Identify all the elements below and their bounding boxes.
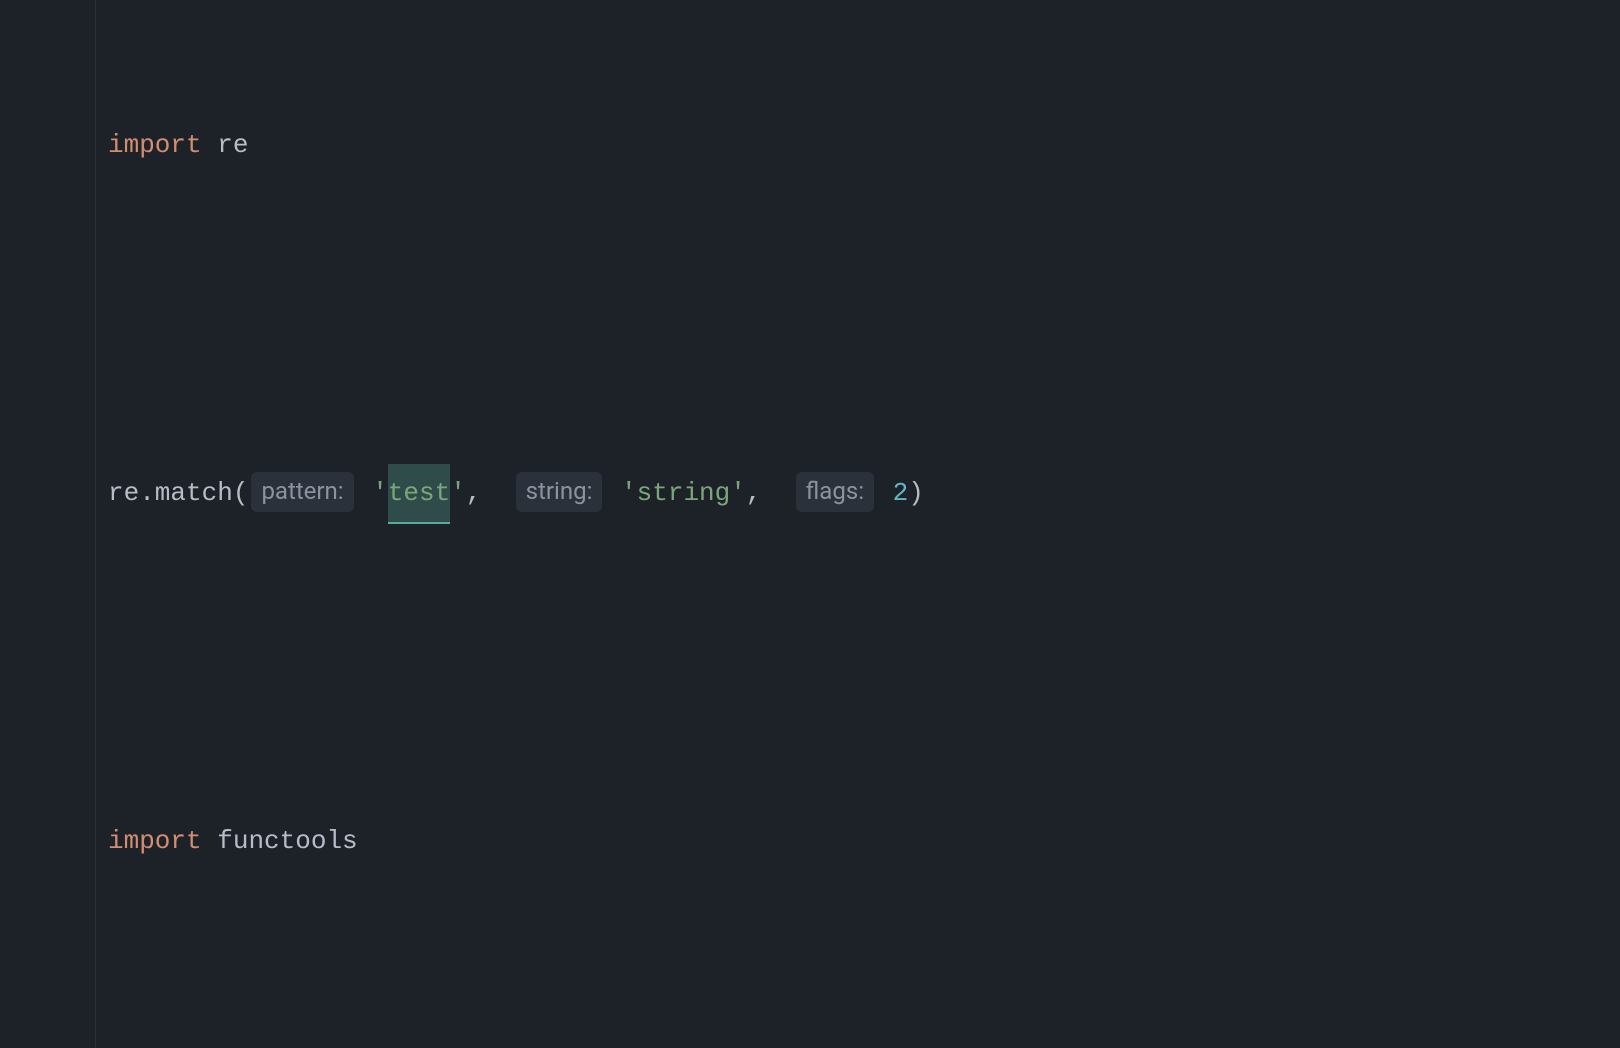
module-functools: functools — [217, 826, 357, 856]
inlay-hint-flags: flags: — [796, 472, 874, 512]
inlay-hint-string: string: — [516, 472, 603, 512]
code-line[interactable] — [108, 290, 1608, 348]
code-line[interactable]: re.match(pattern: 'test', string: 'strin… — [108, 464, 1608, 522]
comma: , — [746, 478, 793, 508]
close-paren: ) — [908, 478, 924, 508]
code-line[interactable]: import re — [108, 116, 1608, 174]
code-editor[interactable]: import re re.match(pattern: 'test', stri… — [0, 0, 1620, 1048]
code-line[interactable] — [108, 986, 1608, 1044]
comma: , — [466, 478, 513, 508]
module-re: re — [217, 130, 248, 160]
keyword-import: import — [108, 130, 202, 160]
number: 2 — [893, 478, 909, 508]
code-area[interactable]: import re re.match(pattern: 'test', stri… — [96, 0, 1620, 1048]
string-test-selected[interactable]: test — [388, 464, 450, 524]
code-line[interactable] — [108, 638, 1608, 696]
quote: ' — [450, 478, 466, 508]
gutter — [0, 0, 96, 1048]
keyword-import: import — [108, 826, 202, 856]
quote: ' — [372, 478, 388, 508]
call-re-match: re.match( — [108, 478, 248, 508]
inlay-hint-pattern: pattern: — [251, 472, 353, 512]
string-literal: 'string' — [621, 478, 746, 508]
code-line[interactable]: import functools — [108, 812, 1608, 870]
